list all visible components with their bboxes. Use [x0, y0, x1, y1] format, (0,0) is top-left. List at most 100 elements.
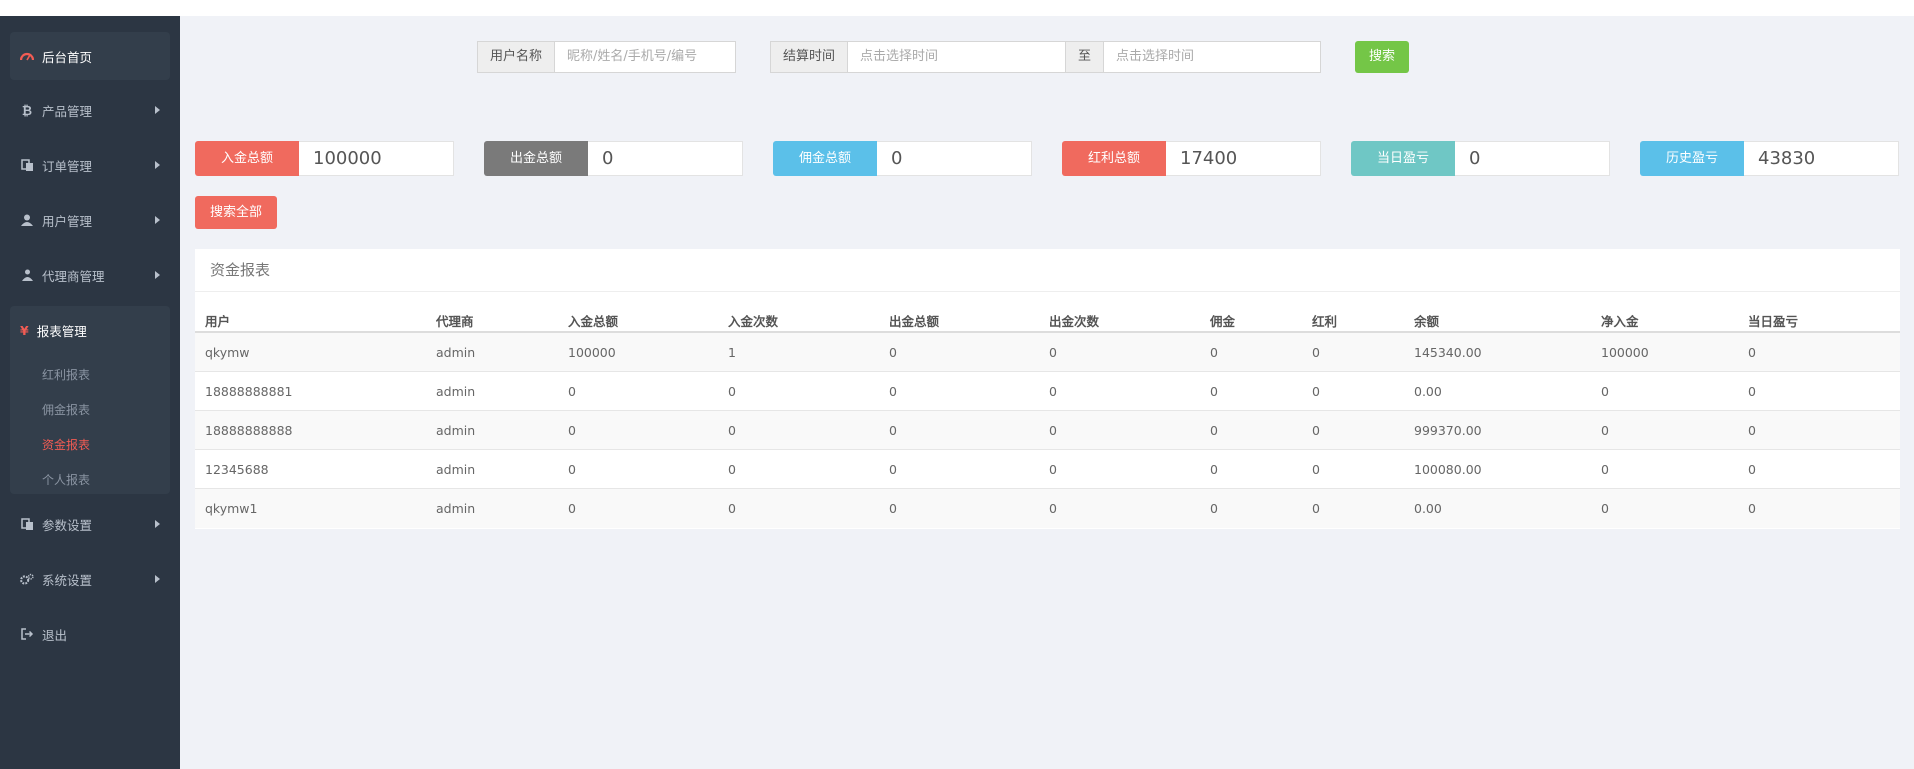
table-cell: 0 [1748, 462, 1756, 477]
copy-icon [20, 158, 34, 172]
table-cell: 0 [1748, 423, 1756, 438]
column-header: 出金总额 [889, 314, 940, 329]
table-cell: 0 [728, 384, 736, 399]
table-cell: 0 [1049, 345, 1057, 360]
stat-value: 0 [588, 141, 743, 176]
table-cell: 0 [1312, 384, 1320, 399]
table-cell: 0 [1049, 423, 1057, 438]
user-icon [20, 213, 34, 227]
column-header: 当日盈亏 [1748, 314, 1799, 329]
stat-label: 历史盈亏 [1640, 141, 1744, 176]
table-cell: admin [436, 384, 476, 399]
stat-label: 出金总额 [484, 141, 588, 176]
sidebar-item-params[interactable]: 参数设置 [10, 500, 170, 548]
column-header: 入金次数 [728, 314, 779, 329]
sidebar-item-label: 系统设置 [42, 572, 93, 588]
stat-value: 17400 [1166, 141, 1321, 176]
table-cell: 0 [1049, 384, 1057, 399]
table-cell: 0 [889, 345, 897, 360]
sidebar-item-logout[interactable]: 退出 [10, 610, 170, 658]
table-cell: 0 [1210, 501, 1218, 516]
sidebar-item-products[interactable]: ₿ 产品管理 [10, 86, 170, 134]
panel-title: 资金报表 [210, 261, 271, 279]
table-cell: 0 [728, 462, 736, 477]
stat-total-deposit: 入金总额 100000 [195, 141, 454, 176]
column-header: 用户 [205, 314, 231, 329]
table-cell: 100000 [1601, 345, 1649, 360]
sidebar-item-reports[interactable]: ¥ 报表管理 [10, 306, 170, 354]
table-cell: 18888888888 [205, 423, 293, 438]
stat-value: 100000 [299, 141, 454, 176]
sidebar-group-reports: ¥ 报表管理 红利报表 佣金报表 资金报表 个人报表 [10, 306, 170, 494]
table-cell: admin [436, 501, 476, 516]
caret-right-icon [155, 106, 160, 114]
table-row[interactable]: qkymw admin 100000 1 0 0 0 0 145340.00 1… [195, 333, 1900, 372]
sidebar-item-label: 后台首页 [42, 49, 93, 65]
caret-right-icon [155, 575, 160, 583]
table-cell: 1 [728, 345, 736, 360]
table-cell: 0 [1049, 501, 1057, 516]
table-cell: 0 [1312, 462, 1320, 477]
stat-daily-pnl: 当日盈亏 0 [1351, 141, 1610, 176]
sidebar-item-label: 退出 [42, 627, 68, 643]
column-header: 代理商 [436, 314, 474, 329]
table-cell: 999370.00 [1414, 423, 1482, 438]
table-cell: 0 [1601, 462, 1609, 477]
sidebar-subitem-bonus-report[interactable]: 红利报表 [42, 365, 90, 385]
sidebar-subitem-personal-report[interactable]: 个人报表 [42, 470, 90, 490]
table-row[interactable]: 18888888888 admin 0 0 0 0 0 0 999370.00 … [195, 411, 1900, 450]
username-search-group: 用户名称 昵称/姓名/手机号/编号 [477, 41, 737, 73]
username-label: 用户名称 [477, 41, 556, 73]
table-cell: 0 [1210, 423, 1218, 438]
top-bar [0, 0, 1914, 16]
table-row[interactable]: 18888888881 admin 0 0 0 0 0 0 0.00 0 0 [195, 372, 1900, 411]
table-cell: 0 [1210, 462, 1218, 477]
table-cell: 0 [1210, 384, 1218, 399]
copy-icon [20, 517, 34, 531]
gears-icon [20, 572, 34, 586]
column-header: 净入金 [1601, 314, 1639, 329]
end-time-input[interactable]: 点击选择时间 [1104, 41, 1322, 73]
settlement-time-label: 结算时间 [770, 41, 849, 73]
table-cell: 0 [568, 462, 576, 477]
table-cell: 0 [728, 501, 736, 516]
sidebar-item-agents[interactable]: 代理商管理 [10, 251, 170, 299]
caret-right-icon [155, 271, 160, 279]
table-cell: 0 [568, 501, 576, 516]
stat-total-commission: 佣金总额 0 [773, 141, 1032, 176]
search-all-button[interactable]: 搜索全部 [195, 196, 277, 229]
sidebar-item-users[interactable]: 用户管理 [10, 196, 170, 244]
table-cell: 18888888881 [205, 384, 293, 399]
table-row[interactable]: 12345688 admin 0 0 0 0 0 0 100080.00 0 0 [195, 450, 1900, 489]
to-label: 至 [1066, 41, 1105, 73]
caret-right-icon [155, 520, 160, 528]
caret-right-icon [155, 161, 160, 169]
sidebar-subitem-commission-report[interactable]: 佣金报表 [42, 400, 90, 420]
table-cell: qkymw [205, 345, 250, 360]
table-cell: 0.00 [1414, 384, 1442, 399]
sidebar-item-home[interactable]: 后台首页 [10, 32, 170, 80]
table-cell: 0 [889, 501, 897, 516]
table-cell: 0 [1748, 384, 1756, 399]
sidebar-item-label: 用户管理 [42, 213, 93, 229]
table-cell: 100000 [568, 345, 616, 360]
table-cell: 0 [1210, 345, 1218, 360]
table-cell: 12345688 [205, 462, 269, 477]
username-input[interactable]: 昵称/姓名/手机号/编号 [555, 41, 737, 73]
sidebar-item-label: 参数设置 [42, 517, 93, 533]
table-cell: 0.00 [1414, 501, 1442, 516]
sidebar-subitem-funds-report[interactable]: 资金报表 [42, 435, 90, 455]
stat-value: 43830 [1744, 141, 1899, 176]
stat-label: 佣金总额 [773, 141, 877, 176]
column-header: 出金次数 [1049, 314, 1100, 329]
table-cell: 0 [1601, 384, 1609, 399]
divider [195, 291, 1900, 292]
start-time-input[interactable]: 点击选择时间 [848, 41, 1067, 73]
settlement-time-group: 结算时间 点击选择时间 至 点击选择时间 [770, 41, 1322, 73]
sidebar-item-system[interactable]: 系统设置 [10, 555, 170, 603]
search-button[interactable]: 搜索 [1355, 41, 1409, 73]
sidebar-item-orders[interactable]: 订单管理 [10, 141, 170, 189]
sidebar-item-label: 报表管理 [36, 323, 87, 339]
table-row[interactable]: qkymw1 admin 0 0 0 0 0 0 0.00 0 0 [195, 489, 1900, 528]
sidebar-item-label: 代理商管理 [42, 268, 105, 284]
